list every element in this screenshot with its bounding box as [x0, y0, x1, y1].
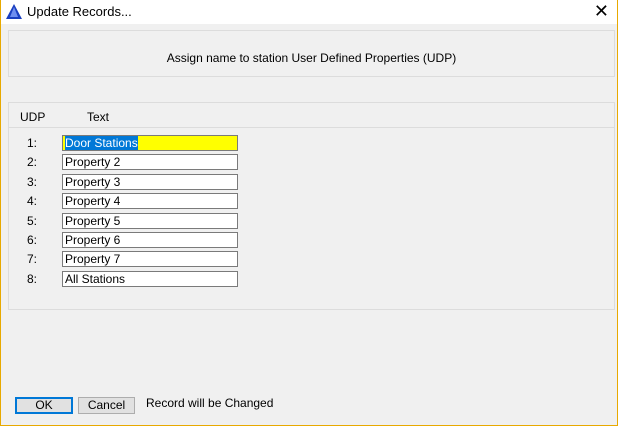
udp-text-value: Property 4: [65, 194, 121, 209]
udp-text-input[interactable]: Door Stations: [62, 135, 238, 151]
udp-text-value: Property 3: [65, 174, 121, 189]
header-panel: Assign name to station User Defined Prop…: [8, 30, 615, 77]
udp-number: 2:: [27, 155, 38, 170]
udp-number: 6:: [27, 233, 38, 247]
udp-number: 4:: [27, 194, 38, 209]
udp-number: 8:: [27, 271, 38, 286]
udp-text-input[interactable]: Property 4: [62, 193, 238, 210]
dialog-window: Update Records... ✕ Assign name to stati…: [0, 0, 618, 426]
udp-panel: UDP Text 1: Door Stations 2: Property 2 3: Pr…: [8, 102, 615, 310]
table-header: UDP Text: [9, 103, 614, 128]
udp-text-value: Property 5: [65, 213, 121, 228]
close-icon[interactable]: ✕: [594, 1, 609, 22]
udp-text-input[interactable]: Property 6: [62, 232, 238, 248]
ok-button[interactable]: OK: [15, 397, 73, 414]
status-text: Record will be Changed: [146, 396, 274, 410]
udp-number: 1:: [27, 136, 38, 150]
column-udp: UDP: [20, 110, 46, 124]
udp-text-input[interactable]: Property 7: [62, 251, 238, 268]
title-bar: Update Records... ✕: [1, 0, 617, 24]
udp-text-input[interactable]: All Stations: [62, 270, 238, 287]
app-triangle-icon: [6, 4, 22, 19]
udp-text-input[interactable]: Property 2: [62, 154, 238, 171]
udp-text-value: All Stations: [65, 271, 126, 286]
udp-text-value: Property 6: [65, 233, 121, 247]
column-text: Text: [87, 110, 110, 124]
udp-text-value: Property 2: [65, 155, 121, 170]
udp-text-input[interactable]: Property 5: [62, 212, 238, 229]
udp-number: 5:: [27, 213, 38, 228]
window-title: Update Records...: [27, 4, 132, 19]
header-text: Assign name to station User Defined Prop…: [166, 51, 457, 65]
udp-text-value: Door Stations: [65, 136, 138, 150]
cancel-button[interactable]: Cancel: [78, 397, 135, 414]
udp-number: 7:: [27, 252, 38, 267]
udp-text-input[interactable]: Property 3: [62, 173, 238, 190]
udp-text-value: Property 7: [65, 252, 121, 267]
udp-number: 3:: [27, 174, 38, 189]
